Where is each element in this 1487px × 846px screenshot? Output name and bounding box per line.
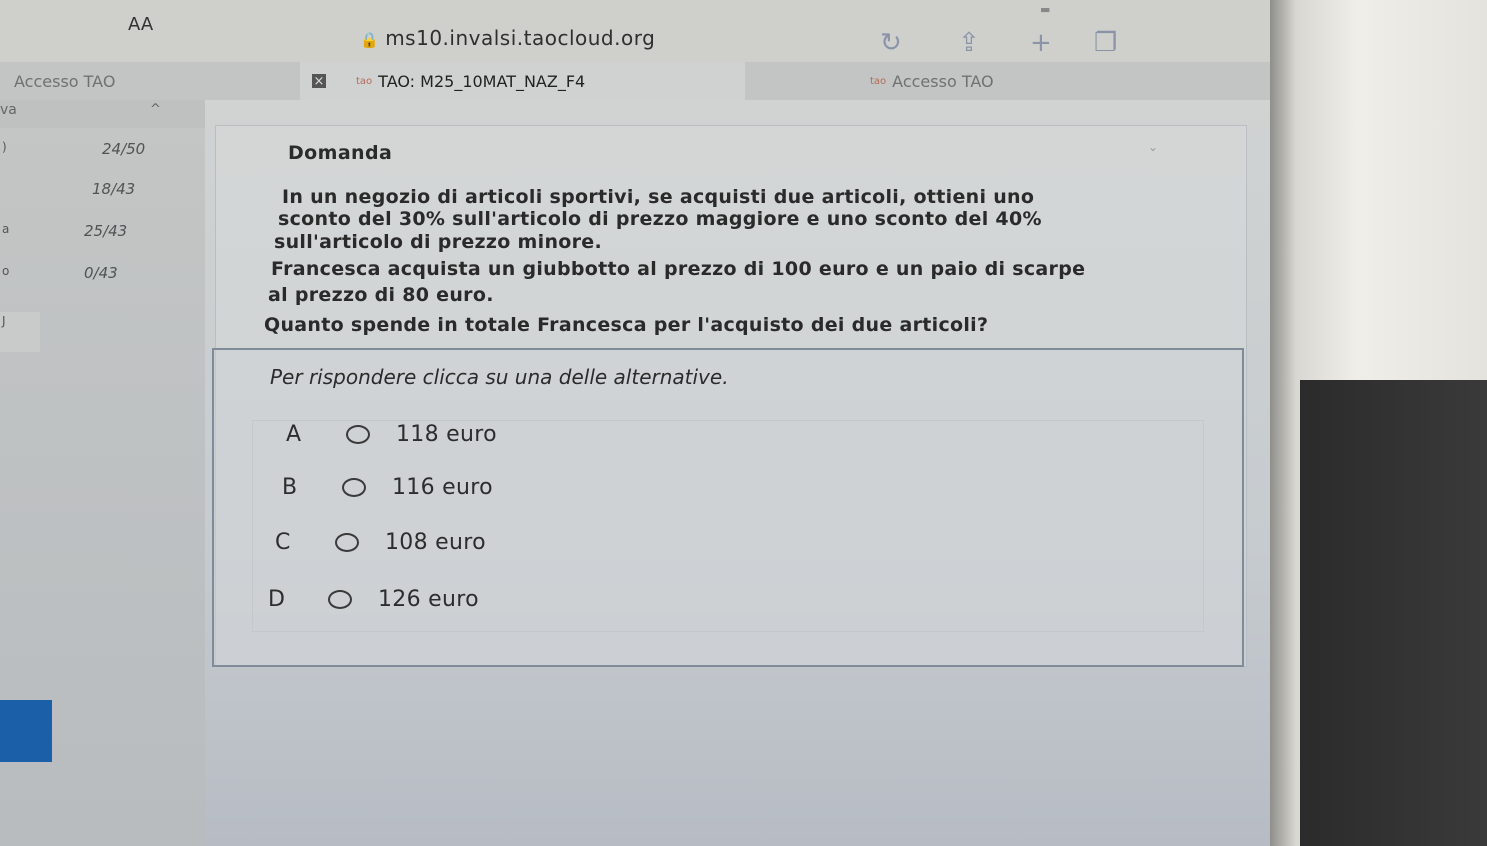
- share-icon[interactable]: ⇪: [958, 28, 980, 58]
- tab-accesso-tao-2[interactable]: tao Accesso TAO: [870, 62, 1270, 100]
- sidebar: va ^ ) 24/50 18/43 a 25/43 o 0/43 J: [0, 100, 205, 846]
- sidebar-blue-button[interactable]: [0, 700, 52, 762]
- sidebar-item[interactable]: J: [0, 312, 40, 352]
- url-text: ms10.invalsi.taocloud.org: [385, 26, 656, 50]
- radio-button[interactable]: [328, 590, 352, 609]
- text-size-button[interactable]: AA: [128, 14, 153, 35]
- option-b[interactable]: B 116 euro: [282, 475, 493, 500]
- option-letter: B: [282, 475, 298, 500]
- option-d[interactable]: D 126 euro: [268, 587, 479, 612]
- option-label: 118 euro: [396, 422, 497, 447]
- chevron-down-icon[interactable]: ⌄: [1148, 140, 1158, 154]
- option-label: 126 euro: [378, 587, 479, 612]
- option-letter: C: [275, 530, 291, 555]
- new-tab-icon[interactable]: +: [1030, 28, 1052, 58]
- reload-icon[interactable]: ↻: [880, 28, 902, 58]
- radio-button[interactable]: [346, 425, 370, 444]
- sidebar-marker: o: [2, 264, 10, 278]
- sidebar-score: 18/43: [92, 180, 136, 198]
- option-c[interactable]: C 108 euro: [275, 530, 486, 555]
- chevron-up-icon[interactable]: ^: [150, 102, 161, 117]
- lock-icon: 🔒: [360, 31, 380, 49]
- tao-logo-icon: tao: [870, 75, 887, 87]
- browser-toolbar: AA 🔒 ms10.invalsi.taocloud.org ▬ ↻ ⇪ + ❐: [0, 0, 1270, 62]
- address-bar[interactable]: 🔒 ms10.invalsi.taocloud.org: [360, 26, 655, 50]
- tab-label: TAO: M25_10MAT_NAZ_F4: [378, 71, 586, 91]
- sidebar-item[interactable]: ) 24/50: [0, 136, 205, 176]
- close-tab-icon[interactable]: ×: [312, 74, 326, 89]
- sidebar-item[interactable]: o 0/43: [0, 262, 205, 302]
- tab-label: Accesso TAO: [892, 71, 994, 91]
- question-title: Domanda: [288, 142, 393, 164]
- question-line: In un negozio di articoli sportivi, se a…: [282, 186, 1035, 208]
- tab-label: Accesso TAO: [14, 71, 116, 91]
- tab-accesso-tao-1[interactable]: Accesso TAO: [0, 62, 300, 100]
- sidebar-score: 0/43: [84, 264, 118, 282]
- sidebar-item[interactable]: a 25/43: [0, 220, 205, 260]
- sidebar-header[interactable]: va ^: [0, 100, 205, 128]
- tab-strip: Accesso TAO × tao TAO: M25_10MAT_NAZ_F4 …: [0, 62, 1270, 100]
- answer-instructions: Per rispondere clicca su una delle alter…: [270, 365, 729, 389]
- sidebar-marker: J: [2, 314, 6, 328]
- radio-button[interactable]: [342, 478, 366, 497]
- device-edge: [1300, 380, 1487, 846]
- tabs-icon[interactable]: ❐: [1094, 28, 1117, 58]
- sidebar-item[interactable]: 18/43: [0, 178, 205, 218]
- option-letter: D: [268, 587, 285, 612]
- sidebar-marker: a: [2, 222, 10, 236]
- option-label: 116 euro: [392, 475, 493, 500]
- tao-logo-icon: tao: [356, 75, 373, 87]
- battery-icon: ▬: [1040, 3, 1051, 16]
- sidebar-score: 25/43: [84, 222, 128, 240]
- sidebar-score: 24/50: [102, 140, 146, 158]
- question-line: sull'articolo di prezzo minore.: [274, 231, 602, 253]
- option-letter: A: [286, 422, 302, 447]
- question-line: Francesca acquista un giubbotto al prezz…: [271, 258, 1086, 280]
- option-label: 108 euro: [385, 530, 486, 555]
- tab-tao-m25[interactable]: × tao TAO: M25_10MAT_NAZ_F4: [300, 62, 745, 100]
- sidebar-header-label: va: [0, 102, 17, 118]
- radio-button[interactable]: [335, 533, 359, 552]
- tablet-screen: AA 🔒 ms10.invalsi.taocloud.org ▬ ↻ ⇪ + ❐ …: [0, 0, 1270, 846]
- question-line: sconto del 30% sull'articolo di prezzo m…: [278, 208, 1042, 230]
- question-line: al prezzo di 80 euro.: [268, 284, 494, 306]
- question-prompt: Quanto spende in totale Francesca per l'…: [264, 314, 989, 336]
- sidebar-marker: ): [2, 140, 7, 154]
- option-a[interactable]: A 118 euro: [286, 422, 497, 447]
